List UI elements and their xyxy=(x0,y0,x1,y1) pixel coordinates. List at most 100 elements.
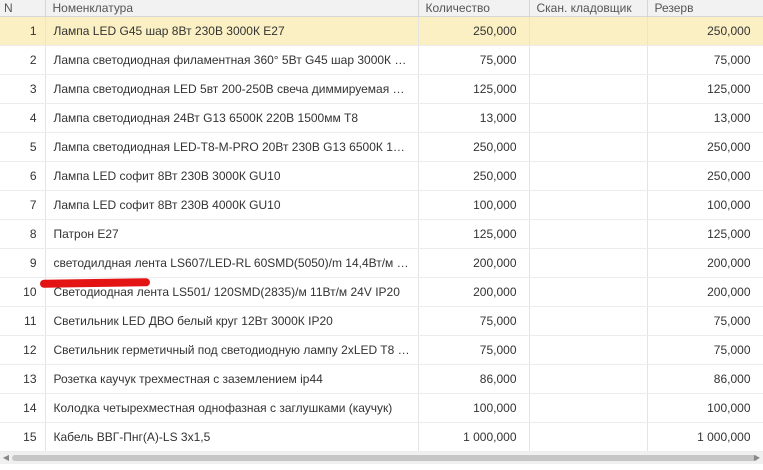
table-row[interactable]: 2 Лампа светодиодная филаментная 360° 5Вт… xyxy=(0,45,763,75)
nomenclature-cell[interactable]: Розетка каучук трехместная с заземлением… xyxy=(45,364,419,394)
table-row[interactable]: 12 Светильник герметичный под светодиодну… xyxy=(0,335,763,365)
nomenclature-cell[interactable]: Патрон E27 xyxy=(45,219,419,249)
table-row[interactable]: 11 Светильник LED ДВО белый круг 12Вт 300… xyxy=(0,306,763,336)
scan-cell[interactable] xyxy=(529,161,648,191)
nomenclature-cell[interactable]: Лампа светодиодная 24Вт G13 6500К 220В 1… xyxy=(45,103,419,133)
nomenclature-cell[interactable]: Лампа светодиодная LED-T8-M-PRO 20Вт 230… xyxy=(45,132,419,162)
row-number-cell[interactable]: 15 xyxy=(0,422,46,452)
reserve-cell[interactable]: 75,000 xyxy=(647,335,763,365)
column-header-qty[interactable]: Количество xyxy=(418,0,530,17)
reserve-cell[interactable]: 250,000 xyxy=(647,132,763,162)
quantity-cell[interactable]: 200,000 xyxy=(418,248,530,278)
reserve-cell[interactable]: 86,000 xyxy=(647,364,763,394)
quantity-cell[interactable]: 125,000 xyxy=(418,219,530,249)
row-number-cell[interactable]: 8 xyxy=(0,219,46,249)
column-header-scan[interactable]: Скан. кладовщик xyxy=(529,0,648,17)
scan-cell[interactable] xyxy=(529,306,648,336)
reserve-cell[interactable]: 75,000 xyxy=(647,45,763,75)
reserve-cell[interactable]: 250,000 xyxy=(647,161,763,191)
row-number-cell[interactable]: 14 xyxy=(0,393,46,423)
scan-cell[interactable] xyxy=(529,422,648,452)
arrow-left-icon[interactable]: ◀ xyxy=(0,452,12,464)
scan-cell[interactable] xyxy=(529,16,648,46)
table-row[interactable]: 3 Лампа светодиодная LED 5вт 200-250В све… xyxy=(0,74,763,104)
row-number-cell[interactable]: 7 xyxy=(0,190,46,220)
horizontal-scrollbar[interactable]: ◀ ▶ xyxy=(0,452,763,464)
quantity-cell[interactable]: 100,000 xyxy=(418,393,530,423)
scan-cell[interactable] xyxy=(529,190,648,220)
nomenclature-cell[interactable]: Светильник герметичный под светодиодную … xyxy=(45,335,419,365)
nomenclature-cell[interactable]: Лампа LED софит 8Вт 230В 4000К GU10 xyxy=(45,190,419,220)
quantity-cell[interactable]: 75,000 xyxy=(418,335,530,365)
table-row[interactable]: 8 Патрон E27 125,000 125,000 xyxy=(0,219,763,249)
reserve-cell[interactable]: 100,000 xyxy=(647,190,763,220)
scan-cell[interactable] xyxy=(529,248,648,278)
reserve-cell[interactable]: 125,000 xyxy=(647,74,763,104)
row-number-cell[interactable]: 9 xyxy=(0,248,46,278)
nomenclature-cell[interactable]: Лампа LED софит 8Вт 230В 3000К GU10 xyxy=(45,161,419,191)
scan-cell[interactable] xyxy=(529,277,648,307)
scan-cell[interactable] xyxy=(529,393,648,423)
row-number-cell[interactable]: 12 xyxy=(0,335,46,365)
reserve-cell[interactable]: 75,000 xyxy=(647,306,763,336)
reserve-cell[interactable]: 100,000 xyxy=(647,393,763,423)
reserve-cell[interactable]: 125,000 xyxy=(647,219,763,249)
scan-cell[interactable] xyxy=(529,45,648,75)
nomenclature-cell[interactable]: светодилдная лента LS607/LED-RL 60SMD(50… xyxy=(45,248,419,278)
table-body: 1 Лампа LED G45 шар 8Вт 230В 3000К E27 250… xyxy=(0,16,763,452)
column-header-n[interactable]: N xyxy=(0,0,46,17)
table-row[interactable]: 9 светодилдная лента LS607/LED-RL 60SMD(5… xyxy=(0,248,763,278)
table-row[interactable]: 13 Розетка каучук трехместная с заземлени… xyxy=(0,364,763,394)
row-number-cell[interactable]: 6 xyxy=(0,161,46,191)
nomenclature-cell[interactable]: Лампа светодиодная филаментная 360° 5Вт … xyxy=(45,45,419,75)
row-number-cell[interactable]: 1 xyxy=(0,16,46,46)
column-header-reserve[interactable]: Резерв xyxy=(647,0,763,17)
scrollbar-thumb[interactable] xyxy=(12,455,758,461)
table-row[interactable]: 1 Лампа LED G45 шар 8Вт 230В 3000К E27 250… xyxy=(0,16,763,46)
table-row[interactable]: 4 Лампа светодиодная 24Вт G13 6500К 220В … xyxy=(0,103,763,133)
nomenclature-table-panel: N Номенклатура Количество Скан. кладовщи… xyxy=(0,0,763,470)
quantity-cell[interactable]: 200,000 xyxy=(418,277,530,307)
column-header-name[interactable]: Номенклатура xyxy=(45,0,419,17)
scan-cell[interactable] xyxy=(529,74,648,104)
scan-cell[interactable] xyxy=(529,132,648,162)
quantity-cell[interactable]: 13,000 xyxy=(418,103,530,133)
table-row[interactable]: 14 Колодка четырехместная однофазная с за… xyxy=(0,393,763,423)
table-row[interactable]: 5 Лампа светодиодная LED-T8-M-PRO 20Вт 23… xyxy=(0,132,763,162)
quantity-cell[interactable]: 125,000 xyxy=(418,74,530,104)
quantity-cell[interactable]: 100,000 xyxy=(418,190,530,220)
nomenclature-table: N Номенклатура Количество Скан. кладовщи… xyxy=(0,0,763,452)
nomenclature-cell[interactable]: Кабель ВВГ-Пнг(А)-LS 3х1,5 xyxy=(45,422,419,452)
quantity-cell[interactable]: 1 000,000 xyxy=(418,422,530,452)
scan-cell[interactable] xyxy=(529,364,648,394)
row-number-cell[interactable]: 11 xyxy=(0,306,46,336)
row-number-cell[interactable]: 3 xyxy=(0,74,46,104)
table-row[interactable]: 15 Кабель ВВГ-Пнг(А)-LS 3х1,5 1 000,000 1 0… xyxy=(0,422,763,452)
nomenclature-cell[interactable]: Светильник LED ДВО белый круг 12Вт 3000К… xyxy=(45,306,419,336)
reserve-cell[interactable]: 200,000 xyxy=(647,248,763,278)
table-row[interactable]: 7 Лампа LED софит 8Вт 230В 4000К GU10 100,… xyxy=(0,190,763,220)
row-number-cell[interactable]: 10 xyxy=(0,277,46,307)
reserve-cell[interactable]: 13,000 xyxy=(647,103,763,133)
reserve-cell[interactable]: 250,000 xyxy=(647,16,763,46)
quantity-cell[interactable]: 250,000 xyxy=(418,132,530,162)
scan-cell[interactable] xyxy=(529,103,648,133)
reserve-cell[interactable]: 1 000,000 xyxy=(647,422,763,452)
table-row[interactable]: 6 Лампа LED софит 8Вт 230В 3000К GU10 250,… xyxy=(0,161,763,191)
quantity-cell[interactable]: 250,000 xyxy=(418,16,530,46)
row-number-cell[interactable]: 5 xyxy=(0,132,46,162)
reserve-cell[interactable]: 200,000 xyxy=(647,277,763,307)
quantity-cell[interactable]: 86,000 xyxy=(418,364,530,394)
quantity-cell[interactable]: 75,000 xyxy=(418,306,530,336)
nomenclature-cell[interactable]: Лампа светодиодная LED 5вт 200-250В свеч… xyxy=(45,74,419,104)
scan-cell[interactable] xyxy=(529,335,648,365)
scan-cell[interactable] xyxy=(529,219,648,249)
row-number-cell[interactable]: 2 xyxy=(0,45,46,75)
nomenclature-cell[interactable]: Колодка четырехместная однофазная с загл… xyxy=(45,393,419,423)
nomenclature-cell[interactable]: Лампа LED G45 шар 8Вт 230В 3000К E27 xyxy=(45,16,419,46)
row-number-cell[interactable]: 13 xyxy=(0,364,46,394)
row-number-cell[interactable]: 4 xyxy=(0,103,46,133)
arrow-right-icon[interactable]: ▶ xyxy=(751,452,763,464)
quantity-cell[interactable]: 250,000 xyxy=(418,161,530,191)
quantity-cell[interactable]: 75,000 xyxy=(418,45,530,75)
